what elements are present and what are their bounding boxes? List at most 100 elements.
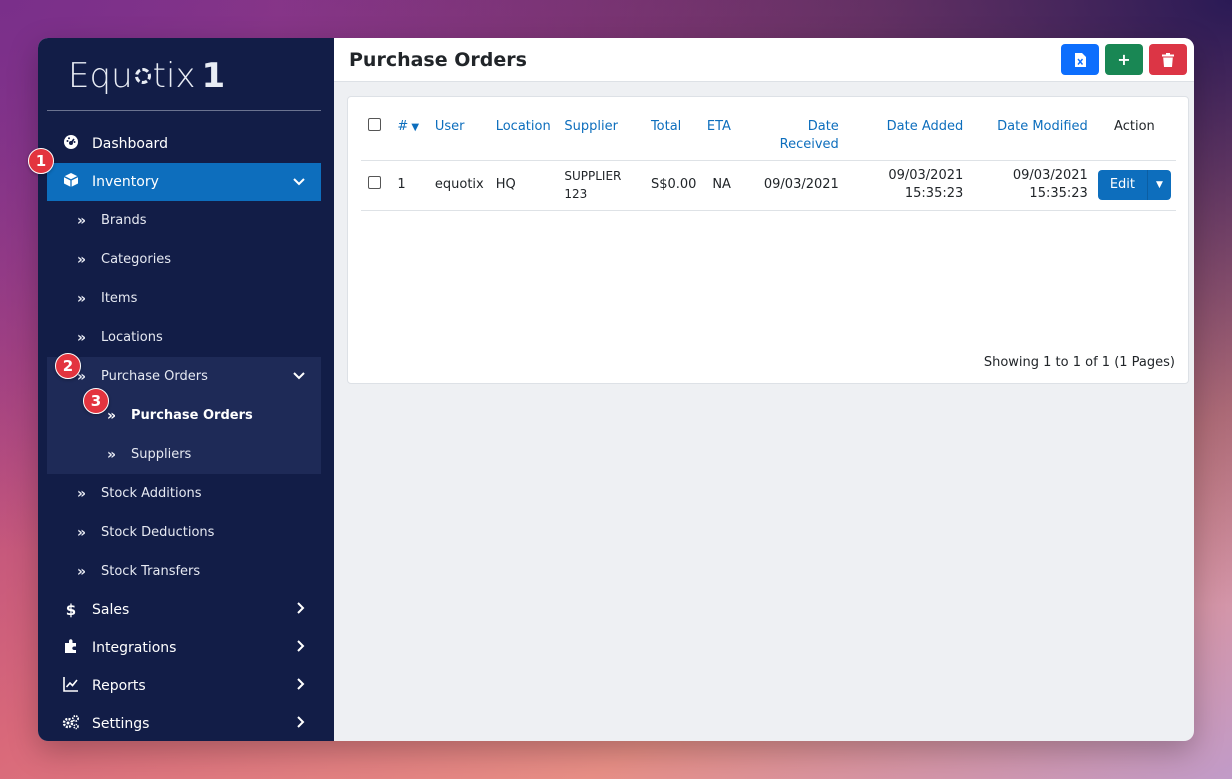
sidebar-item-label: Purchase Orders	[131, 408, 253, 423]
double-chevron-right-icon: »	[77, 251, 86, 268]
sidebar-item-dashboard[interactable]: Dashboard	[47, 125, 321, 163]
double-chevron-right-icon: »	[77, 212, 86, 229]
chevron-right-icon	[297, 678, 305, 694]
sidebar-item-label: Locations	[101, 330, 163, 345]
select-all-checkbox[interactable]	[368, 118, 381, 131]
cell-action: Edit ▼	[1092, 160, 1176, 211]
cell-total: S$0.00	[645, 160, 702, 211]
sidebar-item-label: Purchase Orders	[101, 369, 208, 384]
double-chevron-right-icon: »	[77, 290, 86, 307]
cell-date-received: 09/03/2021	[741, 160, 844, 211]
chevron-down-icon	[293, 369, 305, 384]
sidebar-item-categories[interactable]: » Categories	[47, 240, 321, 279]
sidebar-item-label: Integrations	[92, 640, 177, 656]
sidebar-item-stock-additions[interactable]: » Stock Additions	[47, 474, 321, 513]
double-chevron-right-icon: »	[77, 524, 86, 541]
chevron-right-icon	[297, 640, 305, 656]
edit-dropdown-toggle[interactable]: ▼	[1147, 170, 1171, 200]
sidebar-item-integrations[interactable]: Integrations	[47, 629, 321, 667]
plus-icon: +	[1117, 50, 1131, 69]
pagination-info: Showing 1 to 1 of 1 (1 Pages)	[983, 355, 1175, 370]
sidebar-item-sales[interactable]: $ Sales	[47, 591, 321, 629]
select-all-cell	[361, 111, 393, 161]
sidebar-item-stock-deductions[interactable]: » Stock Deductions	[47, 513, 321, 552]
sidebar-item-brands[interactable]: » Brands	[47, 201, 321, 240]
purchase-orders-group: » Purchase Orders » Purchase Orders » Su…	[47, 357, 321, 474]
column-date-modified[interactable]: Date Modified	[968, 111, 1093, 161]
column-action: Action	[1092, 111, 1176, 161]
dollar-icon: $	[65, 601, 77, 619]
box-icon	[61, 172, 81, 192]
dashboard-icon	[61, 134, 81, 154]
step-badge-2: 2	[55, 353, 81, 379]
logo: Equ tix 1	[68, 56, 226, 96]
cell-eta: NA	[701, 160, 742, 211]
edit-button[interactable]: Edit	[1097, 170, 1147, 200]
toolbar: +	[1061, 44, 1187, 75]
sidebar-item-label: Categories	[101, 252, 172, 267]
divider	[47, 110, 321, 111]
sidebar-item-label: Settings	[92, 716, 150, 732]
column-date-received[interactable]: Date Received	[741, 111, 844, 161]
sidebar-item-label: Items	[101, 291, 138, 306]
double-chevron-right-icon: »	[107, 407, 116, 424]
sidebar-item-label: Sales	[92, 602, 130, 618]
sidebar-item-inventory[interactable]: Inventory	[47, 163, 321, 201]
sidebar-item-label: Suppliers	[131, 447, 192, 462]
page-title: Purchase Orders	[349, 48, 527, 71]
step-badge-3: 3	[83, 388, 109, 414]
chevron-right-icon	[297, 602, 305, 618]
double-chevron-right-icon: »	[77, 485, 86, 502]
sidebar-item-label: Stock Transfers	[101, 564, 201, 579]
chart-line-icon	[61, 676, 81, 696]
sidebar-item-label: Reports	[92, 678, 146, 694]
purchase-orders-card: # ▼ User Location Supplier Total ETA Date…	[347, 96, 1189, 384]
app-window: Equ tix 1 Dashboard Inventory » Brands »…	[38, 38, 1194, 741]
sort-desc-icon: ▼	[411, 122, 420, 133]
column-date-added[interactable]: Date Added	[843, 111, 969, 161]
cell-location: HQ	[490, 160, 560, 211]
column-total[interactable]: Total	[645, 111, 702, 161]
sidebar-item-locations[interactable]: » Locations	[47, 318, 321, 357]
table-row: 1 equotix HQ SUPPLIER 123 S$0.00 NA 09/0…	[361, 160, 1176, 211]
cell-user: equotix	[429, 160, 491, 211]
export-excel-button[interactable]	[1061, 44, 1099, 75]
column-supplier[interactable]: Supplier	[559, 111, 646, 161]
cell-number: 1	[392, 160, 430, 211]
sidebar-item-stock-transfers[interactable]: » Stock Transfers	[47, 552, 321, 591]
sidebar-item-label: Brands	[101, 213, 147, 228]
cell-date-modified: 09/03/2021 15:35:23	[968, 160, 1093, 211]
column-user[interactable]: User	[429, 111, 491, 161]
add-button[interactable]: +	[1105, 44, 1143, 75]
excel-icon	[1074, 52, 1086, 67]
row-checkbox[interactable]	[368, 175, 381, 189]
main-content: Purchase Orders + # ▼ User Location Supp…	[334, 38, 1194, 741]
row-select-cell	[361, 160, 393, 211]
sidebar-item-label: Inventory	[92, 174, 159, 190]
delete-button[interactable]	[1149, 44, 1187, 75]
edit-button-group: Edit ▼	[1097, 170, 1171, 200]
chevron-down-icon	[293, 175, 305, 190]
cell-date-added: 09/03/2021 15:35:23	[843, 160, 969, 211]
double-chevron-right-icon: »	[77, 563, 86, 580]
sidebar-item-label: Dashboard	[92, 136, 168, 152]
sidebar-item-label: Stock Deductions	[101, 525, 215, 540]
sidebar-nav: Dashboard Inventory » Brands » Categorie…	[47, 125, 321, 741]
caret-down-icon: ▼	[1156, 180, 1163, 190]
sidebar-item-reports[interactable]: Reports	[47, 667, 321, 705]
column-location[interactable]: Location	[490, 111, 560, 161]
column-eta[interactable]: ETA	[701, 111, 742, 161]
page-header: Purchase Orders +	[334, 38, 1194, 82]
chevron-right-icon	[297, 716, 305, 732]
purchase-orders-table: # ▼ User Location Supplier Total ETA Date…	[361, 111, 1176, 211]
sidebar: Equ tix 1 Dashboard Inventory » Brands »…	[38, 38, 334, 741]
table-header-row: # ▼ User Location Supplier Total ETA Date…	[361, 111, 1176, 161]
trash-icon	[1162, 52, 1174, 67]
gears-icon	[61, 714, 81, 734]
sidebar-item-items[interactable]: » Items	[47, 279, 321, 318]
column-number[interactable]: # ▼	[392, 111, 430, 161]
sidebar-item-label: Stock Additions	[101, 486, 202, 501]
sidebar-item-suppliers[interactable]: » Suppliers	[47, 435, 321, 474]
step-badge-1: 1	[28, 148, 54, 174]
sidebar-item-settings[interactable]: Settings	[47, 705, 321, 741]
